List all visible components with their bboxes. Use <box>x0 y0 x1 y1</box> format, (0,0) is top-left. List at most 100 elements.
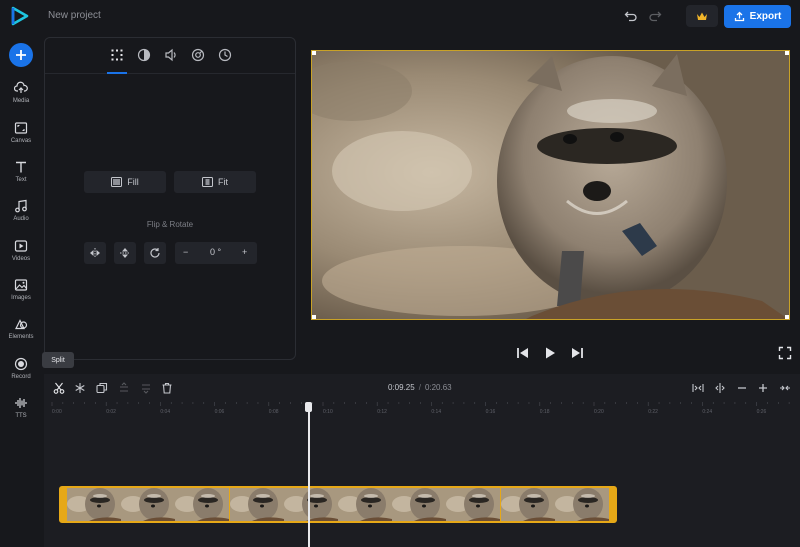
redo-icon[interactable] <box>648 9 662 23</box>
sidebar-item-label: Text <box>15 177 27 183</box>
project-name[interactable]: New project <box>48 10 101 21</box>
elements-icon <box>15 319 28 330</box>
playhead-handle[interactable] <box>305 402 312 412</box>
play-icon[interactable] <box>543 346 557 360</box>
clip-thumbnail <box>337 488 392 521</box>
tab-speed-icon[interactable] <box>191 48 205 62</box>
tab-timing-icon[interactable] <box>218 48 232 62</box>
time-separator: / <box>418 383 421 392</box>
top-bar: New project Export <box>0 0 800 33</box>
sidebar-item-images[interactable]: Images <box>0 278 42 312</box>
export-button[interactable]: Export <box>724 5 791 28</box>
ruler-tick-label: 0:12 <box>377 409 387 415</box>
clip-thumbnail <box>67 488 121 521</box>
zoom-in-icon[interactable] <box>757 382 769 394</box>
fullscreen-icon[interactable] <box>778 346 792 360</box>
waveform-icon <box>15 398 27 408</box>
fit-button[interactable]: Fit <box>174 171 256 193</box>
video-clip[interactable] <box>59 486 617 523</box>
clip-thumbnail <box>283 488 338 521</box>
resize-handle-top-left[interactable] <box>312 51 316 55</box>
ruler-tick-label: 0:26 <box>756 409 767 415</box>
split-icon[interactable] <box>53 382 65 394</box>
rotation-stepper[interactable]: − 0 ° + <box>175 242 257 264</box>
sidebar-item-media[interactable]: Media <box>0 81 42 115</box>
move-down-icon[interactable] <box>140 382 152 394</box>
text-icon <box>16 161 26 173</box>
sidebar-item-videos[interactable]: Videos <box>0 239 42 273</box>
resize-handle-bottom-right[interactable] <box>785 315 789 319</box>
ruler-tick-label: 0:22 <box>648 409 658 415</box>
zoom-out-icon[interactable] <box>736 382 748 394</box>
duplicate-icon[interactable] <box>96 382 108 394</box>
tab-canvas-grid-icon[interactable] <box>110 48 124 62</box>
fit-timeline-icon[interactable] <box>692 382 704 394</box>
resize-handle-bottom-left[interactable] <box>312 315 316 319</box>
cloud-upload-icon <box>14 81 28 93</box>
timeline-ruler[interactable]: 0:00 0:02 0:04 0:06 0:08 0:10 0:12 0:14 0:16 0:18… <box>44 402 800 416</box>
sidebar-item-audio[interactable]: Audio <box>0 199 42 233</box>
sidebar-item-canvas[interactable]: Canvas <box>0 121 42 155</box>
move-up-icon[interactable] <box>118 382 130 394</box>
rotation-value[interactable]: 0 ° <box>210 247 221 257</box>
sidebar-item-label: Record <box>11 374 31 380</box>
flip-vertical-button[interactable] <box>114 242 136 264</box>
fill-label: Fill <box>127 177 139 187</box>
flip-vertical-icon <box>120 248 130 258</box>
record-icon <box>14 357 28 371</box>
sidebar-item-label: Videos <box>11 256 31 262</box>
flip-horizontal-icon <box>90 248 100 258</box>
rotation-increment-button[interactable]: + <box>242 247 247 257</box>
sidebar-item-tts[interactable]: TTS <box>0 396 42 430</box>
skip-forward-icon[interactable] <box>570 346 584 360</box>
rotation-decrement-button[interactable]: − <box>183 247 188 257</box>
resize-handle-top-right[interactable] <box>785 51 789 55</box>
snap-icon[interactable] <box>714 382 726 394</box>
fill-button[interactable]: Fill <box>84 171 166 193</box>
sidebar-item-text[interactable]: Text <box>0 160 42 194</box>
logo-icon[interactable] <box>10 6 30 26</box>
ruler-tick-label: 0:14 <box>431 409 442 415</box>
current-time: 0:09.25 <box>388 383 415 392</box>
clip-thumbnail <box>121 488 176 521</box>
tab-adjust-icon[interactable] <box>137 48 151 62</box>
canvas-icon <box>14 122 28 134</box>
split-tooltip: Split <box>42 352 74 368</box>
ruler-tick-label: 0:00 <box>52 409 62 415</box>
trash-icon[interactable] <box>161 382 173 394</box>
video-editor-app: New project Export Media Canvas Text Aud… <box>0 0 800 547</box>
freeze-frame-icon[interactable] <box>74 382 86 394</box>
upload-icon <box>734 11 744 22</box>
sidebar-item-label: TTS <box>15 413 27 419</box>
collapse-timeline-icon[interactable] <box>779 382 791 394</box>
add-media-button[interactable] <box>9 43 33 67</box>
playhead-line[interactable] <box>308 402 310 547</box>
sidebar-item-record[interactable]: Record <box>0 357 42 391</box>
ruler-tick-label: 0:04 <box>160 409 171 415</box>
clip-thumbnail <box>175 488 230 521</box>
rotate-button[interactable] <box>144 242 166 264</box>
time-display: 0:09.25/0:20.63 <box>388 383 452 392</box>
ruler-tick-label: 0:02 <box>106 409 116 415</box>
video-icon <box>14 240 28 252</box>
ruler-tick-label: 0:18 <box>539 409 550 415</box>
tab-audio-icon[interactable] <box>164 48 178 62</box>
sidebar-item-elements[interactable]: Elements <box>0 317 42 351</box>
sidebar-item-label: Elements <box>8 334 34 340</box>
rotate-icon <box>150 248 160 258</box>
clip-thumbnail <box>229 488 284 521</box>
clip-thumbnail <box>500 488 555 521</box>
sidebar-item-label: Canvas <box>10 138 32 144</box>
premium-button[interactable] <box>686 5 718 27</box>
left-sidebar: Media Canvas Text Audio Videos Images El… <box>0 33 42 547</box>
panel-tabs <box>45 38 295 74</box>
fit-icon <box>202 177 213 187</box>
undo-icon[interactable] <box>624 9 638 23</box>
video-preview[interactable] <box>311 50 790 320</box>
ruler-tick-label: 0:24 <box>702 409 713 415</box>
ruler-tick-label: 0:16 <box>485 409 496 415</box>
flip-horizontal-button[interactable] <box>84 242 106 264</box>
ruler-tick-label: 0:06 <box>214 409 225 415</box>
clip-thumbnail <box>392 488 447 521</box>
skip-back-icon[interactable] <box>516 346 530 360</box>
